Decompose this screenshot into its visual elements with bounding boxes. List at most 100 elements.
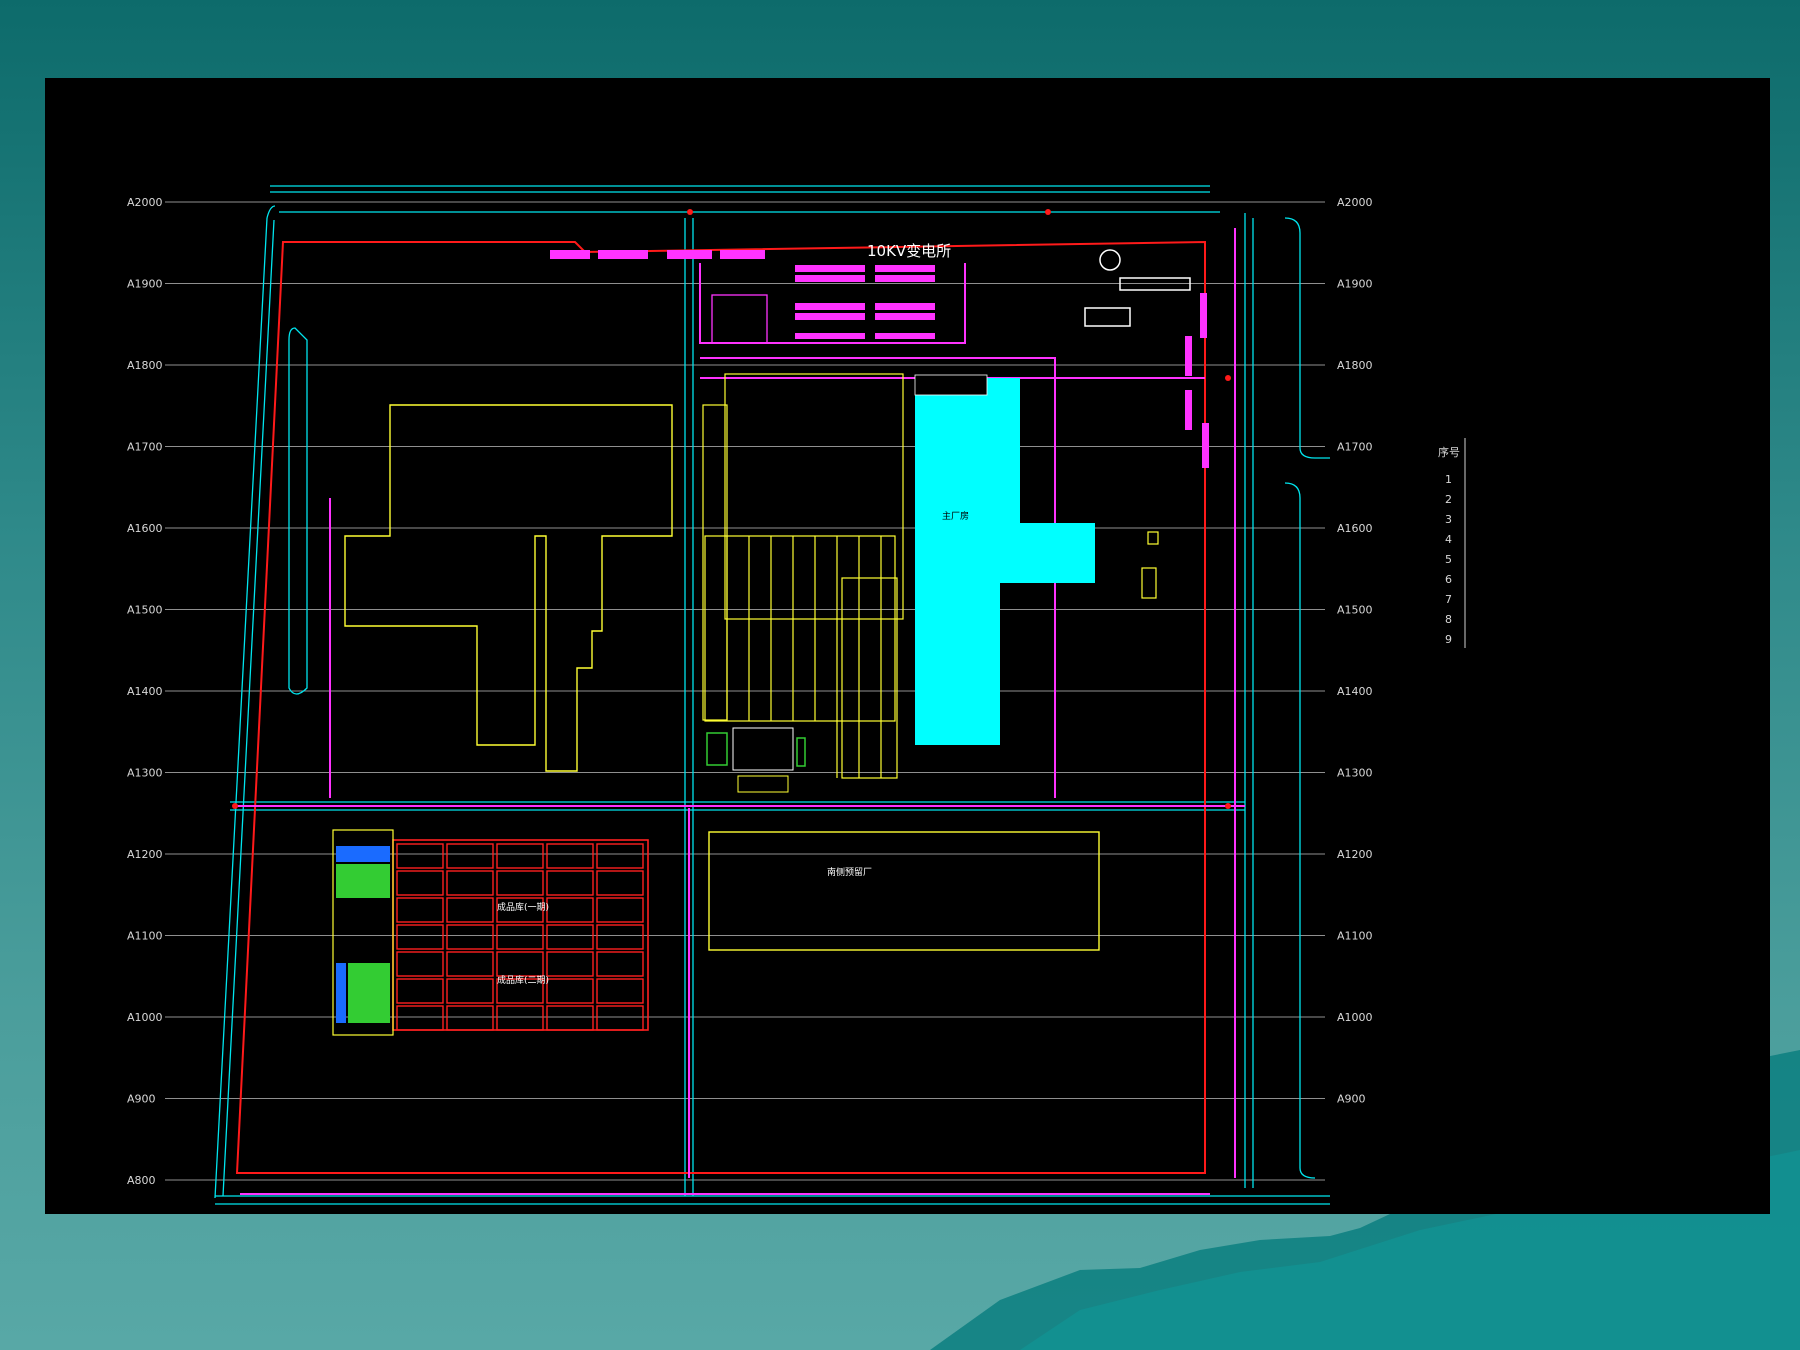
grid-label-left: A1000 [127, 1011, 163, 1024]
cable-trench-block [795, 265, 865, 272]
grid-label-left: A800 [127, 1174, 156, 1187]
main-workshop-building [915, 378, 1095, 745]
legend-row-number: 8 [1445, 613, 1452, 626]
legend-header: 序号 [1438, 445, 1460, 459]
south-reserved-plant-label: 南侧预留厂 [827, 866, 872, 878]
road-south [215, 1195, 1330, 1205]
storage-cell [396, 924, 444, 950]
storage-cell [446, 951, 494, 977]
storage-cell [396, 978, 444, 1004]
road-north [270, 185, 1210, 193]
legend-row-number: 2 [1445, 493, 1452, 506]
grid-label-right: A1000 [1337, 1011, 1373, 1024]
legend-row-number: 7 [1445, 593, 1452, 606]
legend-rows: 1 2 3 4 5 6 7 8 9 [1445, 473, 1452, 646]
cable-trench-block [795, 303, 865, 310]
storage-cell [546, 924, 594, 950]
green-unit-2 [796, 737, 806, 767]
storage-cell [446, 924, 494, 950]
grid-labels-left: A2000 A1900 A1800 A1700 A1600 A1500 A1400 A1300… [127, 196, 163, 1187]
storage-cell [396, 1005, 444, 1031]
grid-label-left: A1300 [127, 767, 163, 780]
east-block-2 [1185, 336, 1192, 376]
grid-label-left: A1800 [127, 359, 163, 372]
marker-5 [1225, 803, 1231, 809]
storage-cell [396, 951, 444, 977]
storage-cell [596, 1005, 644, 1031]
cable-trench-block [795, 313, 865, 320]
grid-label-left: A2000 [127, 196, 163, 209]
cable-trench-block [875, 265, 935, 272]
storage-cell [596, 951, 644, 977]
legend-row-number: 3 [1445, 513, 1452, 526]
grid-label-left: A1600 [127, 522, 163, 535]
storage-cell [396, 870, 444, 896]
workshop-row-grid [704, 535, 896, 722]
legend-row-number: 1 [1445, 473, 1452, 486]
storage-phase-1-label: 成品库(一期) [497, 901, 549, 913]
road-east-outer [1284, 217, 1330, 1179]
workshop-row-dividers [726, 536, 882, 778]
storage-cell [546, 1005, 594, 1031]
storage-cell [446, 870, 494, 896]
legend-row-number: 9 [1445, 633, 1452, 646]
storage-cell [496, 870, 544, 896]
loop-road-west [288, 327, 308, 695]
grid-label-right: A2000 [1337, 196, 1373, 209]
storage-cell [496, 843, 544, 869]
marker-1 [687, 209, 693, 215]
cable-trench-block [550, 250, 590, 259]
main-workshop-head [914, 374, 988, 396]
storage-cell [596, 897, 644, 923]
storage-cell [446, 897, 494, 923]
cable-trench-block [598, 250, 648, 259]
cable-trench-block [875, 333, 935, 339]
green-unit-1 [706, 732, 728, 766]
grid-label-right: A1900 [1337, 278, 1373, 291]
blue-block-2 [336, 963, 346, 1023]
grid-lines [165, 201, 1325, 1181]
grid-label-right: A1300 [1337, 767, 1373, 780]
storage-cell [496, 924, 544, 950]
storage-cell [396, 843, 444, 869]
grid-label-left: A1500 [127, 604, 163, 617]
central-south-equipment [706, 727, 806, 793]
grid-label-right: A900 [1337, 1093, 1366, 1106]
storage-cell [596, 870, 644, 896]
green-block-1 [336, 864, 390, 898]
central-workshops [702, 373, 904, 779]
site-boundary [235, 240, 1206, 1174]
east-block-3 [1185, 390, 1192, 430]
east-block-1 [1200, 293, 1207, 338]
workshop-south-block [841, 577, 898, 779]
storage-cell [546, 978, 594, 1004]
grid-label-left: A1900 [127, 278, 163, 291]
storage-cell [546, 897, 594, 923]
storage-cell [546, 870, 594, 896]
marker-4 [232, 803, 238, 809]
grid-label-left: A1400 [127, 685, 163, 698]
pipe-network [235, 228, 1245, 1195]
grid-label-left: A1700 [127, 441, 163, 454]
water-tower [1099, 249, 1121, 271]
storage-cell [546, 951, 594, 977]
storage-cell [446, 843, 494, 869]
grid-label-right: A1400 [1337, 685, 1373, 698]
marker-2 [1045, 209, 1051, 215]
road-north-inner [266, 205, 1220, 219]
storage-cell [596, 924, 644, 950]
green-block-2 [348, 963, 390, 1023]
cable-trench-block [667, 250, 712, 259]
storage-cells [396, 843, 644, 1031]
legend-table: 序号 1 2 3 4 5 6 7 8 9 [1438, 438, 1466, 648]
site-plan-drawing: A2000 A1900 A1800 A1700 A1600 A1500 A1400 A1300… [127, 185, 1466, 1205]
storage-cell [496, 951, 544, 977]
cable-trench-block [720, 250, 765, 259]
storage-cell [546, 843, 594, 869]
grid-label-right: A1100 [1337, 930, 1373, 943]
legend-row-number: 5 [1445, 553, 1452, 566]
east-small-buildings [1141, 531, 1159, 599]
road-east [1244, 213, 1254, 1188]
workshop-annex-west [702, 404, 728, 721]
east-small-building-2 [1141, 567, 1157, 599]
